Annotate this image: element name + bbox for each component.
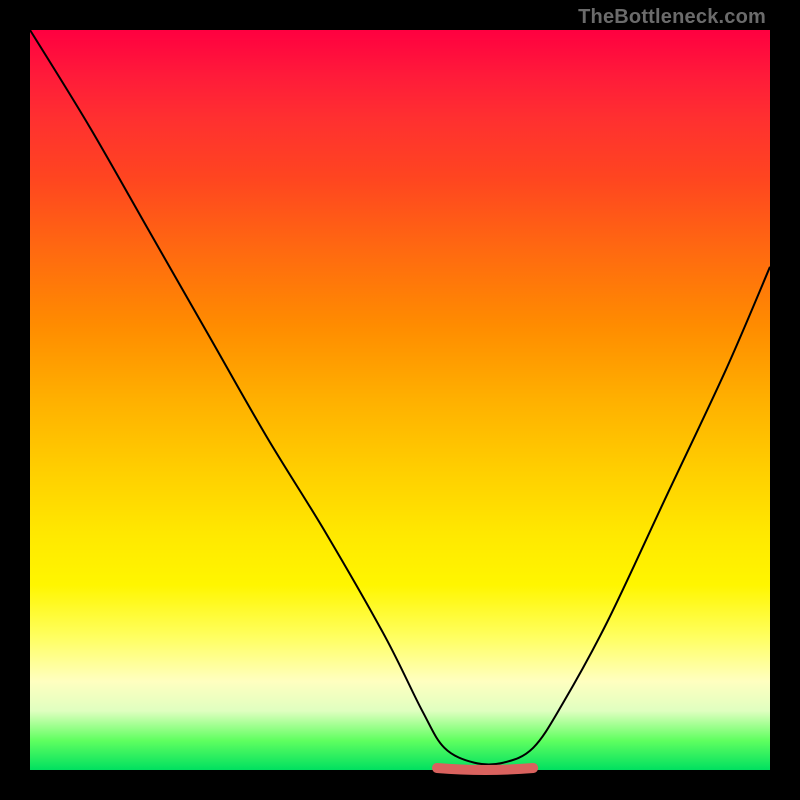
curve-layer [30,30,770,770]
chart-frame: TheBottleneck.com [0,0,800,800]
plot-area [30,30,770,770]
watermark-text: TheBottleneck.com [578,6,766,29]
valley-marker [437,768,533,770]
bottleneck-curve [30,30,770,764]
